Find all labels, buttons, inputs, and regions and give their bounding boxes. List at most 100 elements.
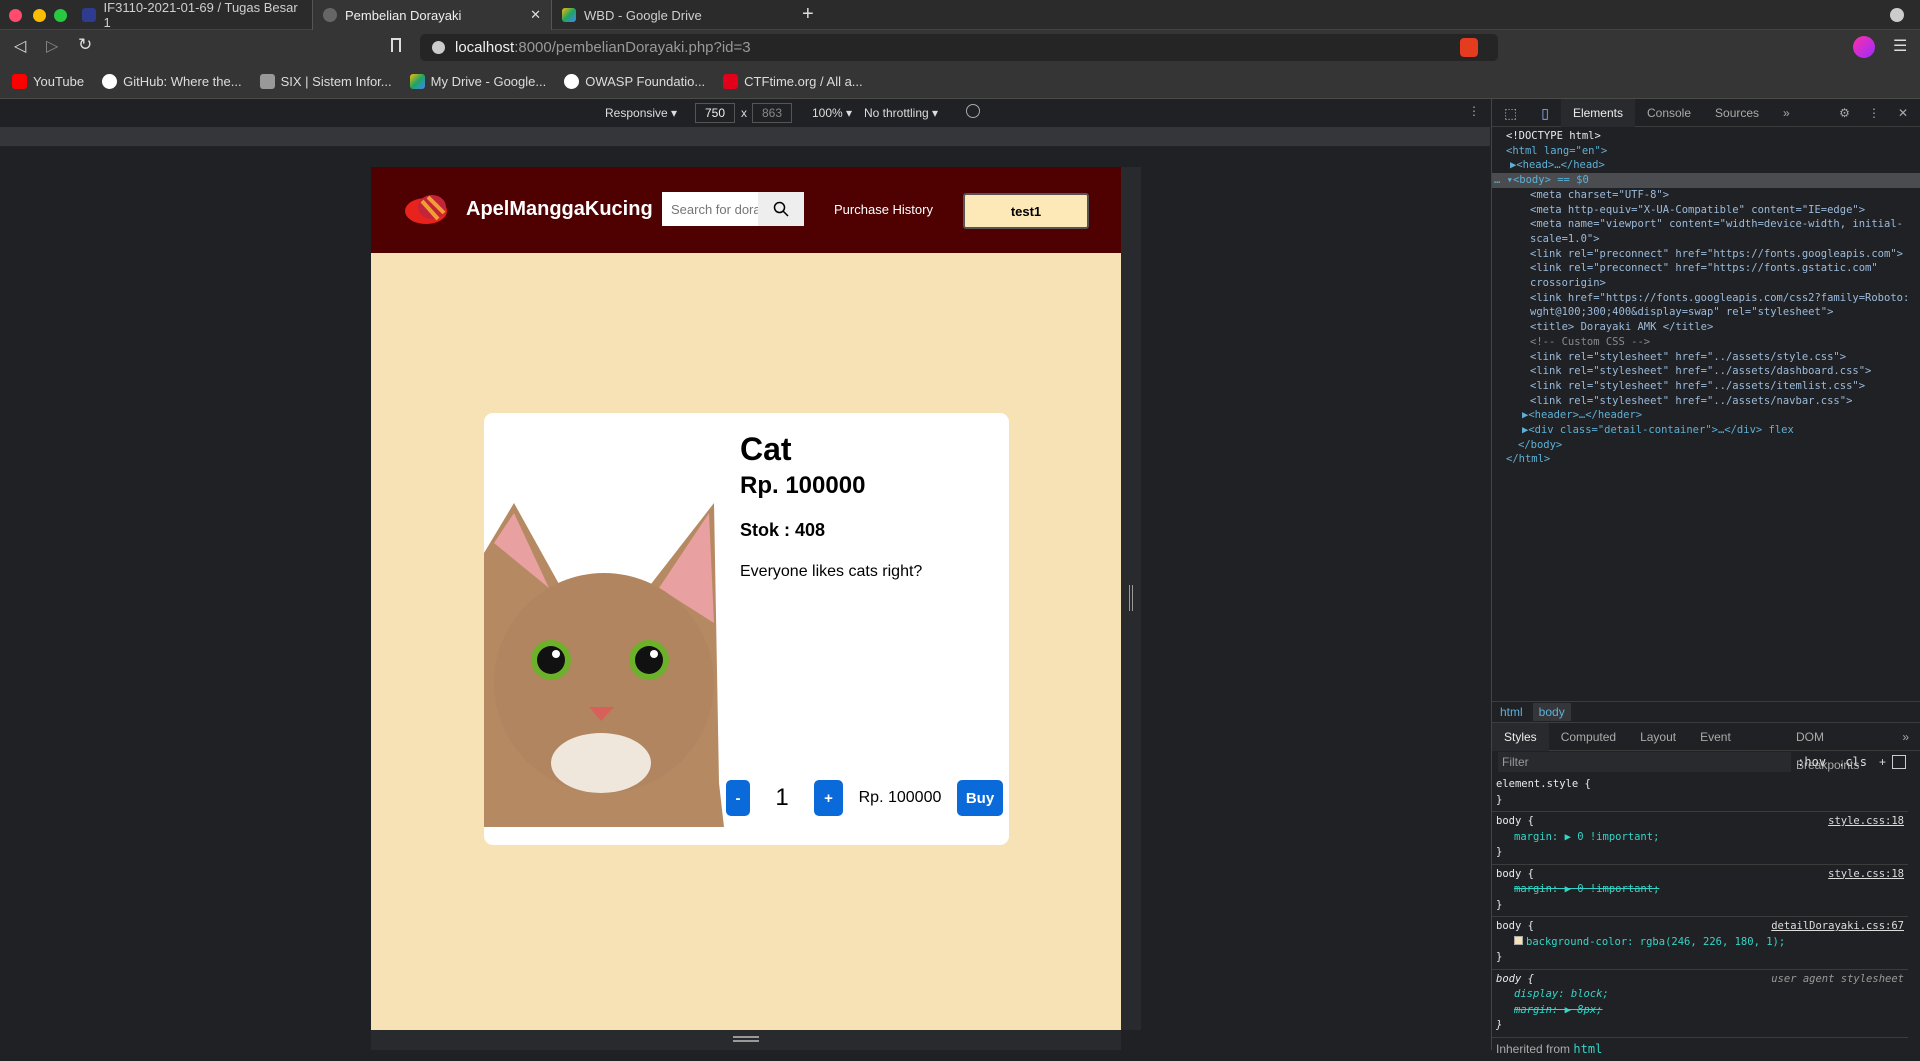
inspect-element-icon[interactable]: ⬚ — [1492, 99, 1529, 127]
dom-line[interactable]: ▶<head>…</head> — [1492, 158, 1920, 173]
bookmark-six[interactable]: SIX | Sistem Infor... — [260, 74, 392, 89]
purchase-history-link[interactable]: Purchase History — [834, 202, 933, 217]
dom-line-selected[interactable]: … ▾<body> == $0 — [1492, 173, 1920, 188]
rotate-icon[interactable] — [966, 104, 980, 118]
dom-line[interactable]: <link rel="stylesheet" href="../assets/s… — [1492, 350, 1920, 365]
breadcrumb-body[interactable]: body — [1533, 703, 1571, 721]
minimize-window-icon[interactable] — [33, 9, 46, 22]
rule-property-overridden[interactable]: margin: ▶ 0 !important; — [1496, 882, 1904, 898]
dom-line[interactable]: ▶<div class="detail-container">…</div> f… — [1492, 423, 1920, 438]
dom-line[interactable]: ▶<header>…</header> — [1492, 408, 1920, 423]
rule-property[interactable]: margin: ▶ 0 !important; — [1496, 830, 1904, 846]
new-tab-button[interactable]: + — [802, 3, 814, 26]
dom-line[interactable]: <link href="https://fonts.googleapis.com… — [1492, 291, 1912, 320]
resize-handle-bottom[interactable] — [371, 1030, 1121, 1050]
more-options-icon[interactable]: ⋮ — [1468, 104, 1480, 118]
decrement-button[interactable]: - — [726, 780, 750, 816]
dom-line[interactable]: <link rel="preconnect" href="https://fon… — [1492, 261, 1912, 290]
more-tabs-icon[interactable]: » — [1771, 99, 1802, 127]
cls-toggle[interactable]: .cls — [1832, 755, 1873, 769]
devtools-menu-icon[interactable]: ⋮ — [1862, 99, 1886, 127]
inherited-element[interactable]: html — [1573, 1042, 1602, 1056]
dom-line[interactable]: <!DOCTYPE html> — [1492, 129, 1920, 144]
increment-button[interactable]: + — [814, 780, 843, 816]
bookmark-ctftime[interactable]: CTFtime.org / All a... — [723, 74, 862, 89]
bookmark-github[interactable]: GitHub: Where the... — [102, 74, 242, 89]
color-swatch[interactable] — [1514, 936, 1523, 945]
site-info-icon[interactable] — [432, 41, 445, 54]
breadcrumb-html[interactable]: html — [1500, 705, 1523, 719]
bookmark-icon[interactable] — [391, 38, 401, 52]
rule-source-link[interactable]: style.css:18 — [1828, 814, 1904, 830]
tab-styles[interactable]: Styles — [1492, 723, 1549, 751]
maximize-window-icon[interactable] — [54, 9, 67, 22]
more-style-tabs-icon[interactable]: » — [1890, 723, 1920, 751]
device-mode-dropdown[interactable]: Responsive ▾ — [605, 106, 677, 120]
new-rule-button[interactable]: + — [1873, 755, 1892, 769]
forward-icon[interactable]: ▷ — [46, 36, 58, 56]
brand[interactable]: ApelManggaKucing — [404, 193, 653, 225]
hov-toggle[interactable]: :hov — [1791, 755, 1832, 769]
style-rule[interactable]: style.css:18body {margin: ▶ 0 !important… — [1492, 812, 1908, 865]
tab-search-icon[interactable] — [1890, 8, 1904, 22]
user-button[interactable]: test1 — [963, 193, 1089, 229]
dom-line[interactable]: <meta name="viewport" content="width=dev… — [1492, 217, 1912, 246]
bookmark-owasp[interactable]: OWASP Foundatio... — [564, 74, 705, 89]
viewport-width-input[interactable]: 750 — [695, 103, 735, 123]
device-toggle-icon[interactable]: ▯ — [1529, 99, 1561, 127]
menu-icon[interactable]: ☰ — [1893, 36, 1907, 56]
rule-property[interactable]: background-color: rgba(246, 226, 180, 1)… — [1496, 935, 1904, 951]
rule-source-link[interactable]: detailDorayaki.css:67 — [1771, 919, 1904, 935]
dom-line[interactable]: <meta charset="UTF-8"> — [1492, 188, 1920, 203]
dom-comment[interactable]: <!-- Custom CSS --> — [1492, 335, 1920, 350]
dom-line[interactable]: <link rel="stylesheet" href="../assets/i… — [1492, 379, 1920, 394]
zoom-dropdown[interactable]: 100% ▾ — [812, 106, 852, 120]
dom-line[interactable]: <link rel="stylesheet" href="../assets/d… — [1492, 364, 1920, 379]
tab-event-listeners[interactable]: Event Listeners — [1688, 723, 1784, 751]
tab-elements[interactable]: Elements — [1561, 99, 1635, 127]
media-query-ruler[interactable] — [0, 127, 1490, 147]
style-rule[interactable]: style.css:18body {margin: ▶ 0 !important… — [1492, 865, 1908, 918]
close-window-icon[interactable] — [9, 9, 22, 22]
close-devtools-icon[interactable]: ✕ — [1886, 99, 1920, 127]
search-button[interactable] — [758, 192, 804, 226]
dom-line[interactable]: </body> — [1492, 438, 1920, 453]
dom-line[interactable]: <html lang="en"> — [1492, 144, 1920, 159]
bookmark-youtube[interactable]: YouTube — [12, 74, 84, 89]
style-rule[interactable]: user agent stylesheetbody {display: bloc… — [1492, 970, 1908, 1038]
buy-button[interactable]: Buy — [957, 780, 1003, 816]
close-tab-icon[interactable]: ✕ — [530, 7, 541, 23]
tab-gitlab[interactable]: IF3110-2021-01-69 / Tugas Besar 1 — [72, 0, 312, 30]
tab-pembelian-dorayaki[interactable]: Pembelian Dorayaki ✕ — [312, 0, 552, 30]
profile-avatar[interactable] — [1853, 36, 1875, 58]
settings-icon[interactable]: ⚙ — [1827, 99, 1862, 127]
back-icon[interactable]: ◁ — [14, 36, 26, 56]
tab-sources[interactable]: Sources — [1703, 99, 1771, 127]
toggle-sidebar-icon[interactable] — [1892, 755, 1906, 769]
rule-source-link[interactable]: style.css:18 — [1828, 867, 1904, 883]
throttling-dropdown[interactable]: No throttling ▾ — [864, 106, 938, 120]
reload-icon[interactable]: ↻ — [78, 35, 92, 55]
bookmark-google-drive[interactable]: My Drive - Google... — [410, 74, 547, 89]
rule-property-overridden[interactable]: margin: ▶ 8px; — [1496, 1003, 1904, 1019]
resize-handle-right[interactable] — [1121, 167, 1141, 1030]
tab-layout[interactable]: Layout — [1628, 723, 1688, 751]
dom-tree[interactable]: <!DOCTYPE html> <html lang="en"> ▶<head>… — [1492, 127, 1920, 467]
dom-line[interactable]: </html> — [1492, 452, 1920, 467]
viewport-height-input[interactable]: 863 — [752, 103, 792, 123]
style-rule[interactable]: detailDorayaki.css:67body {background-co… — [1492, 917, 1908, 970]
rule-property[interactable]: display: block; — [1496, 987, 1904, 1003]
dom-line[interactable]: <title> Dorayaki AMK </title> — [1492, 320, 1920, 335]
search-input[interactable] — [662, 192, 758, 226]
dom-line[interactable]: <link rel="preconnect" href="https://fon… — [1492, 247, 1912, 262]
tab-dom-breakpoints[interactable]: DOM Breakpoints — [1784, 723, 1890, 751]
styles-filter-input[interactable]: Filter — [1498, 752, 1791, 772]
dom-line[interactable]: <link rel="stylesheet" href="../assets/n… — [1492, 394, 1920, 409]
tab-console[interactable]: Console — [1635, 99, 1703, 127]
url-field[interactable]: localhost:8000/pembelianDorayaki.php?id=… — [420, 34, 1498, 61]
style-rule[interactable]: element.style {} — [1492, 775, 1908, 812]
dom-line[interactable]: <meta http-equiv="X-UA-Compatible" conte… — [1492, 203, 1920, 218]
brave-shield-icon[interactable] — [1460, 38, 1478, 57]
tab-google-drive[interactable]: WBD - Google Drive — [552, 0, 792, 30]
tab-computed[interactable]: Computed — [1549, 723, 1628, 751]
